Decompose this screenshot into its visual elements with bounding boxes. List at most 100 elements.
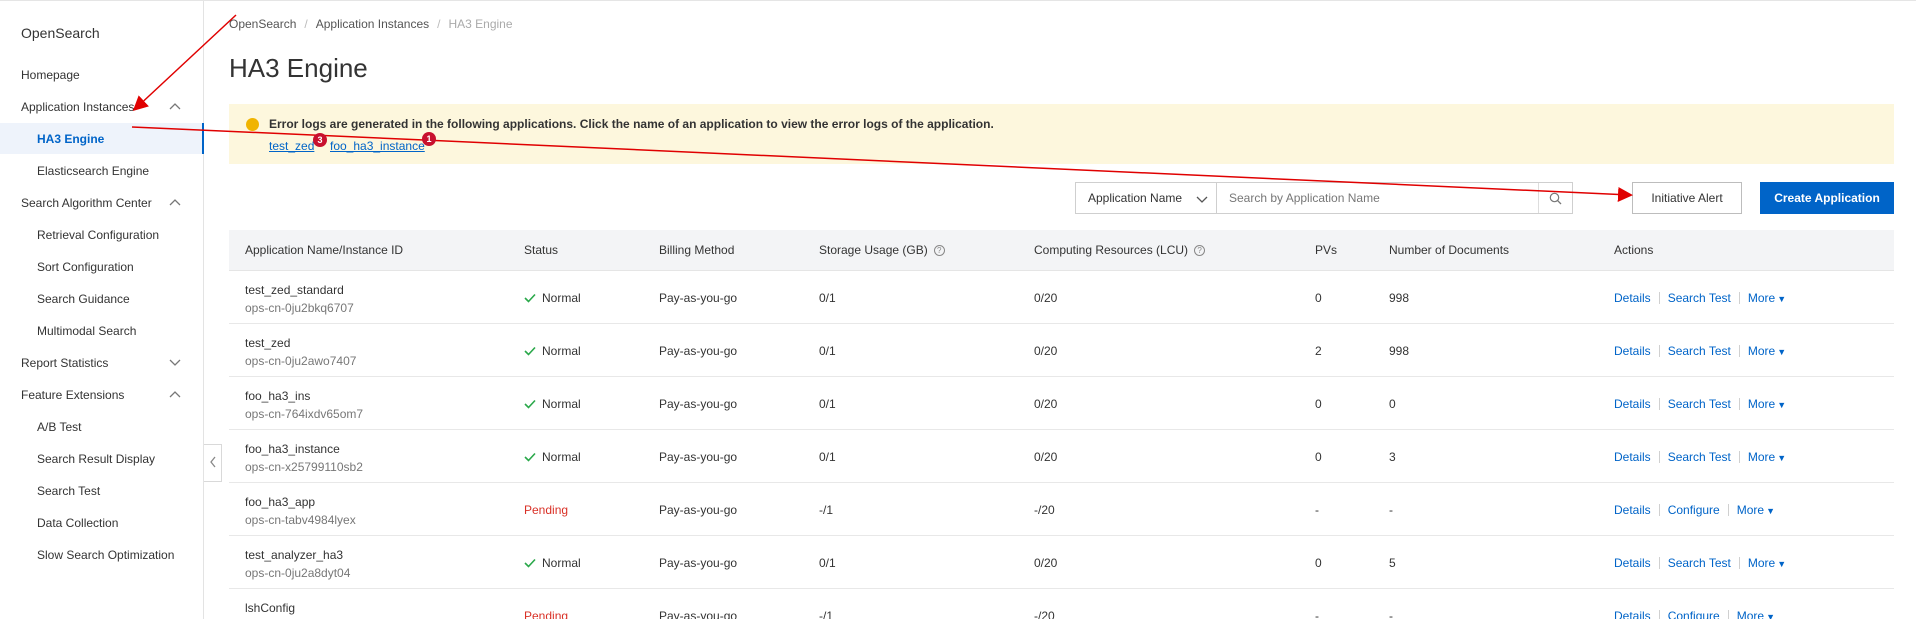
chevron-up-icon[interactable] (168, 389, 182, 399)
details-link[interactable]: Details (1614, 397, 1651, 411)
search-test-link[interactable]: Search Test (1668, 450, 1731, 464)
chevron-down-icon[interactable] (168, 357, 182, 367)
app-name[interactable]: test_zed_standard (245, 283, 344, 297)
app-name[interactable]: foo_ha3_instance (245, 442, 340, 456)
check-icon (524, 346, 536, 356)
alert-link-foo-ha3-instance[interactable]: foo_ha3_instance (330, 139, 425, 153)
more-dropdown[interactable]: More ▼ (1748, 450, 1786, 464)
sidebar-item-label: Homepage (21, 67, 80, 82)
search-test-link[interactable]: Search Test (1668, 344, 1731, 358)
chevron-up-icon[interactable] (168, 197, 182, 207)
action-divider (1658, 557, 1660, 569)
sidebar-collapse-button[interactable] (204, 444, 222, 482)
app-name[interactable]: foo_ha3_app (245, 495, 315, 509)
status-text: Normal (542, 397, 581, 411)
sidebar-item-slow-search-optimization[interactable]: Slow Search Optimization (0, 539, 204, 570)
more-dropdown[interactable]: More ▼ (1737, 503, 1775, 517)
more-dropdown[interactable]: More ▼ (1748, 344, 1786, 358)
sidebar-item-retrieval-configuration[interactable]: Retrieval Configuration (0, 219, 204, 250)
breadcrumb-opensearch[interactable]: OpenSearch (229, 17, 296, 31)
initiative-alert-button[interactable]: Initiative Alert (1632, 182, 1742, 214)
warning-icon (246, 118, 259, 131)
billing-cell: Pay-as-you-go (659, 609, 738, 619)
sidebar-item-search-test[interactable]: Search Test (0, 475, 204, 506)
search-test-link[interactable]: Search Test (1668, 556, 1731, 570)
storage-cell: 0/1 (819, 450, 836, 464)
sidebar-item-search-algorithm-center[interactable]: Search Algorithm Center (0, 187, 204, 218)
details-link[interactable]: Details (1614, 450, 1651, 464)
details-link[interactable]: Details (1614, 344, 1651, 358)
docs-cell: 998 (1389, 344, 1410, 358)
header-actions: Actions (1614, 243, 1654, 257)
sidebar-item-sort-configuration[interactable]: Sort Configuration (0, 251, 204, 282)
action-divider (1738, 451, 1740, 463)
sidebar-item-label: A/B Test (37, 419, 82, 434)
details-link[interactable]: Details (1614, 609, 1651, 619)
chevron-up-icon[interactable] (168, 101, 182, 111)
configure-link[interactable]: Configure (1668, 609, 1720, 619)
header-compute-label: Computing Resources (LCU) (1034, 243, 1189, 257)
details-link[interactable]: Details (1614, 503, 1651, 517)
caret-down-icon: ▼ (1777, 400, 1787, 410)
status-cell: Normal (524, 344, 581, 358)
caret-down-icon: ▼ (1777, 347, 1787, 357)
sidebar-item-elasticsearch-engine[interactable]: Elasticsearch Engine (0, 155, 204, 186)
pvs-cell: 0 (1315, 556, 1322, 570)
sidebar-item-homepage[interactable]: Homepage (0, 59, 204, 90)
sidebar-item-label: HA3 Engine (37, 131, 105, 146)
caret-down-icon: ▼ (1766, 612, 1775, 619)
sidebar-item-application-instances[interactable]: Application Instances (0, 91, 204, 122)
more-dropdown[interactable]: More ▼ (1748, 556, 1786, 570)
more-dropdown[interactable]: More ▼ (1748, 397, 1786, 411)
compute-cell: 0/20 (1034, 291, 1058, 305)
error-log-alert: Error logs are generated in the followin… (229, 104, 1894, 164)
search-button[interactable] (1538, 183, 1572, 213)
app-name[interactable]: test_analyzer_ha3 (245, 548, 343, 562)
sidebar-item-search-guidance[interactable]: Search Guidance (0, 283, 204, 314)
search-test-link[interactable]: Search Test (1668, 397, 1731, 411)
breadcrumb-application-instances[interactable]: Application Instances (316, 17, 429, 31)
sidebar-item-report-statistics[interactable]: Report Statistics (0, 347, 204, 378)
create-application-button[interactable]: Create Application (1760, 182, 1894, 214)
app-name[interactable]: test_zed (245, 336, 290, 350)
alert-link-test-zed[interactable]: test_zed (269, 139, 314, 153)
actions-cell: Details Configure More ▼ (1614, 503, 1775, 517)
alert-message: Error logs are generated in the followin… (269, 117, 994, 131)
actions-cell: Details Search Test More ▼ (1614, 291, 1786, 305)
docs-cell: - (1389, 609, 1393, 619)
sidebar-item-multimodal-search[interactable]: Multimodal Search (0, 315, 204, 346)
page-title: HA3 Engine (229, 53, 368, 83)
help-icon[interactable]: ? (933, 244, 945, 256)
details-link[interactable]: Details (1614, 556, 1651, 570)
compute-cell: 0/20 (1034, 397, 1058, 411)
sidebar-item-ab-test[interactable]: A/B Test (0, 411, 204, 442)
sidebar-item-label: Application Instances (21, 99, 135, 114)
filter-field-select[interactable]: Application Name (1075, 182, 1217, 214)
pvs-cell: 2 (1315, 344, 1322, 358)
sidebar-item-label: Search Algorithm Center (21, 195, 152, 210)
storage-cell: 0/1 (819, 344, 836, 358)
details-link[interactable]: Details (1614, 291, 1651, 305)
app-name[interactable]: lshConfig (245, 601, 295, 615)
instance-id: ops-cn-0ju2bkq6707 (245, 301, 354, 315)
sidebar-item-ha3-engine[interactable]: HA3 Engine (0, 123, 204, 154)
more-dropdown[interactable]: More ▼ (1737, 609, 1775, 619)
help-icon[interactable]: ? (1194, 244, 1206, 256)
status-cell: Normal (524, 556, 581, 570)
search-box (1216, 182, 1573, 214)
console-window: OpenSearch Homepage Application Instance… (0, 0, 1916, 619)
configure-link[interactable]: Configure (1668, 503, 1720, 517)
storage-cell: -/1 (819, 503, 834, 517)
app-name[interactable]: foo_ha3_ins (245, 389, 310, 403)
sidebar-item-data-collection[interactable]: Data Collection (0, 507, 204, 538)
sidebar-item-feature-extensions[interactable]: Feature Extensions (0, 379, 204, 410)
storage-cell: -/1 (819, 609, 834, 619)
header-compute: Computing Resources (LCU)? (1034, 243, 1206, 257)
filter-field-value: Application Name (1088, 191, 1183, 205)
docs-cell: 0 (1389, 397, 1396, 411)
search-test-link[interactable]: Search Test (1668, 291, 1731, 305)
more-dropdown[interactable]: More ▼ (1748, 291, 1786, 305)
search-input[interactable] (1217, 183, 1517, 213)
sidebar-item-search-result-display[interactable]: Search Result Display (0, 443, 204, 474)
instance-id: ops-cn-0ju2awo7407 (245, 354, 357, 368)
